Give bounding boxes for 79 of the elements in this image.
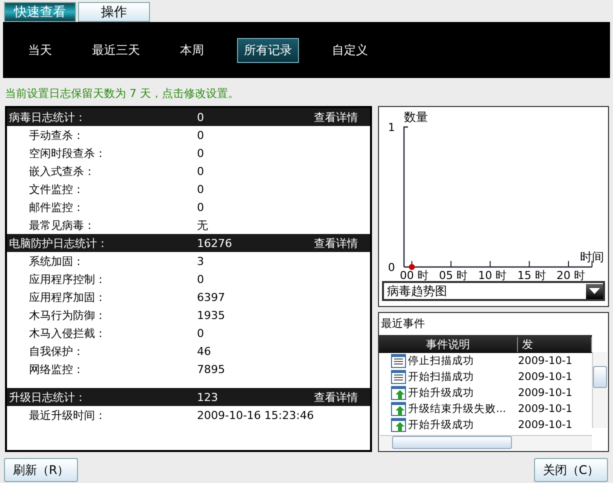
stat-label: 应用程序加固： xyxy=(29,290,107,304)
data-point xyxy=(408,264,415,270)
stat-label: 最近升级时间： xyxy=(29,408,107,422)
details-link[interactable]: 查看详情 xyxy=(314,390,358,404)
list-icon xyxy=(391,354,406,368)
stat-label: 应用程序控制： xyxy=(29,272,107,286)
stat-label: 手动查杀： xyxy=(29,128,85,142)
stat-label: 自我保护： xyxy=(29,344,85,358)
event-date: 2009-10-1 xyxy=(518,403,574,415)
event-date: 2009-10-1 xyxy=(518,355,574,367)
range-button[interactable]: 所有记录 xyxy=(237,38,299,62)
close-button[interactable]: 关闭（C） xyxy=(534,458,608,482)
stat-value: 0 xyxy=(197,272,205,286)
section-total: 123 xyxy=(197,390,219,404)
stat-value: 0 xyxy=(197,182,205,196)
stat-value: 1935 xyxy=(197,308,226,322)
tick-label: 05 时 xyxy=(439,269,468,281)
stat-label: 空闲时段查杀： xyxy=(29,146,107,160)
stat-value: 0 xyxy=(197,146,205,160)
range-button[interactable]: 自定义 xyxy=(325,38,375,62)
tick-label: 0 xyxy=(388,261,395,274)
stat-label: 木马入侵拦截： xyxy=(29,326,107,340)
event-date: 2009-10-1 xyxy=(518,419,574,431)
range-button[interactable]: 最近三天 xyxy=(85,38,147,62)
stat-value: 46 xyxy=(197,344,212,358)
tab[interactable]: 快速查看 xyxy=(4,2,76,22)
tick-label: 20 时 xyxy=(556,269,585,281)
vertical-scrollbar[interactable] xyxy=(592,352,607,428)
stat-value: 0 xyxy=(197,164,205,178)
column-header[interactable]: 事件说明 xyxy=(379,336,518,352)
section-title: 升级日志统计： xyxy=(9,390,87,404)
section-title: 电脑防护日志统计： xyxy=(9,236,109,250)
events-title: 最近事件 xyxy=(381,317,425,330)
event-text: 开始扫描成功 xyxy=(408,370,475,384)
tick-label: 10 时 xyxy=(478,269,507,281)
stat-label: 系统加固： xyxy=(29,254,85,268)
stat-label: 文件监控： xyxy=(29,182,85,196)
section-total: 16276 xyxy=(197,236,233,250)
tick-label: 15 时 xyxy=(517,269,546,281)
stat-value: 0 xyxy=(197,200,205,214)
event-date: 2009-10-1 xyxy=(518,387,574,399)
event-text: 停止扫描成功 xyxy=(408,354,475,368)
stat-label: 最常见病毒： xyxy=(29,218,96,232)
details-link[interactable]: 查看详情 xyxy=(314,236,358,250)
axis-title: 时间 xyxy=(580,250,604,264)
axis-title: 数量 xyxy=(404,110,428,124)
event-text: 开始升级成功 xyxy=(408,386,475,400)
upgrade-icon xyxy=(391,402,406,416)
dropdown-icon xyxy=(586,284,603,298)
tick-label: 1 xyxy=(388,121,395,134)
event-text: 升级结束升级失败... xyxy=(408,402,508,416)
upgrade-icon xyxy=(391,418,406,432)
stat-value: 2009-10-16 15:23:46 xyxy=(197,408,315,422)
section-total: 0 xyxy=(197,110,205,124)
details-link[interactable]: 查看详情 xyxy=(314,110,358,124)
column-header[interactable]: 发 xyxy=(518,336,592,352)
stat-label: 邮件监控： xyxy=(29,200,85,214)
chart-type-dropdown[interactable]: 病毒趋势图 xyxy=(382,281,605,301)
event-date: 2009-10-1 xyxy=(518,371,574,383)
section-title: 病毒日志统计： xyxy=(9,110,87,124)
stat-value: 6397 xyxy=(197,290,226,304)
stat-value: 0 xyxy=(197,326,205,340)
tab[interactable]: 操作 xyxy=(78,2,150,22)
refresh-button[interactable]: 刷新（R） xyxy=(4,458,78,482)
upgrade-icon xyxy=(391,386,406,400)
list-icon xyxy=(391,370,406,384)
event-text: 开始升级成功 xyxy=(408,418,475,432)
settings-link[interactable]: 当前设置日志保留天数为 7 天，点击修改设置。 xyxy=(5,86,239,100)
tick-label: 00 时 xyxy=(400,269,428,281)
stat-value: 7895 xyxy=(197,362,226,376)
range-button[interactable]: 当天 xyxy=(21,38,59,62)
stat-value: 无 xyxy=(197,218,209,232)
horizontal-scrollbar[interactable] xyxy=(380,435,592,450)
range-button[interactable]: 本周 xyxy=(173,38,211,62)
stat-value: 3 xyxy=(197,254,205,268)
stat-label: 网络监控： xyxy=(29,362,85,376)
stat-value: 0 xyxy=(197,128,205,142)
stat-label: 嵌入式查杀： xyxy=(29,164,96,178)
stat-label: 木马行为防御： xyxy=(29,308,107,322)
